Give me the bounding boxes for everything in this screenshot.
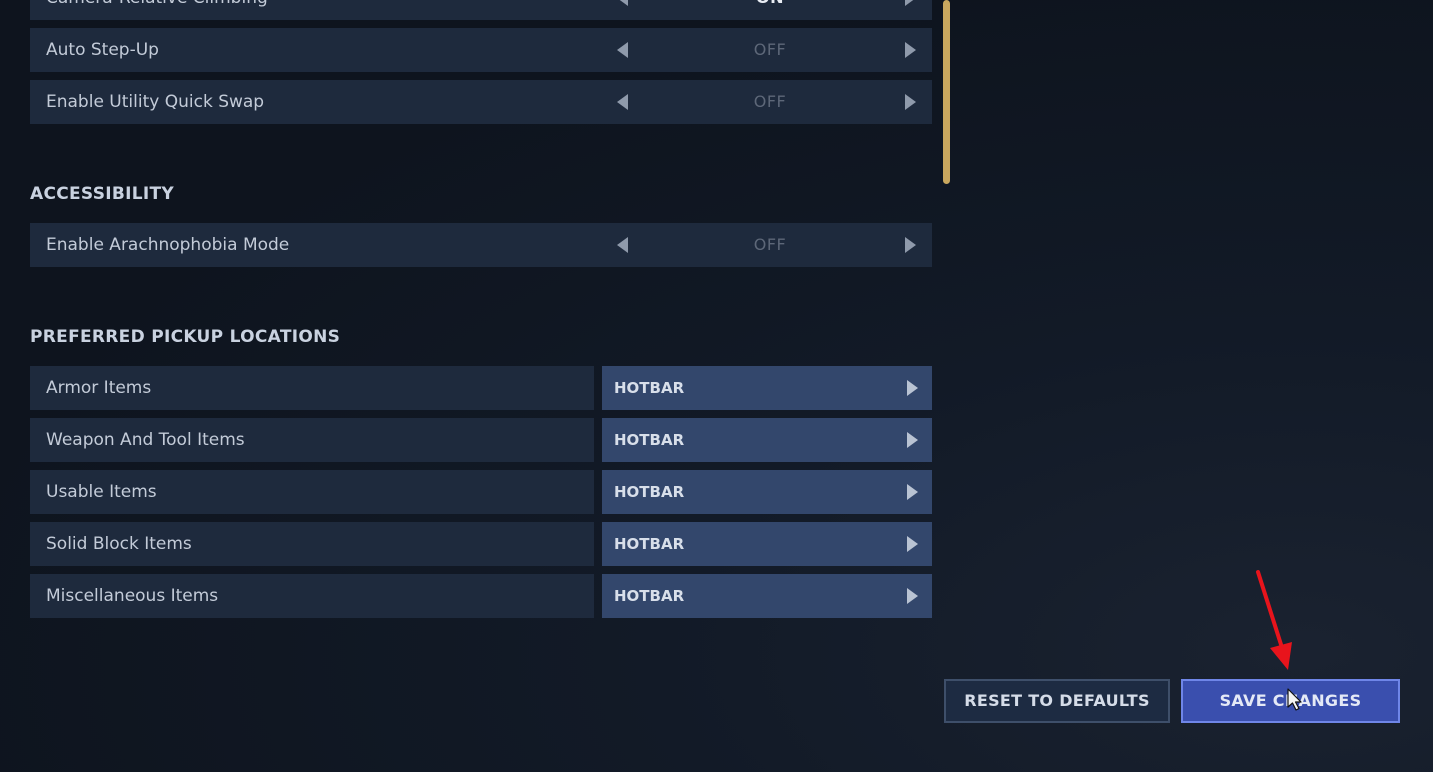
pickup-label-box: Weapon And Tool Items <box>30 418 594 462</box>
pickup-label: Usable Items <box>46 482 157 502</box>
arrow-right-icon[interactable] <box>905 0 916 6</box>
setting-value: ON <box>650 0 890 20</box>
red-annotation-arrow <box>1256 570 1292 670</box>
pickup-row-weapon-tool: Weapon And Tool Items HOTBAR <box>30 418 932 462</box>
reset-to-defaults-button[interactable]: RESET TO DEFAULTS <box>944 679 1170 723</box>
pickup-value: HOTBAR <box>614 587 685 605</box>
setting-value: OFF <box>753 40 787 59</box>
pickup-label: Armor Items <box>46 378 152 398</box>
setting-value: OFF <box>753 235 787 254</box>
pickup-value-selector[interactable]: HOTBAR <box>602 574 932 618</box>
pickup-label-box: Miscellaneous Items <box>30 574 594 618</box>
setting-row-utility-quick-swap[interactable]: Enable Utility Quick Swap OFF <box>30 80 932 124</box>
scrollbar-thumb[interactable] <box>943 0 950 184</box>
setting-row-camera-relative-climbing[interactable]: Camera-Relative Climbing ON <box>30 0 932 20</box>
pickup-value: HOTBAR <box>614 379 685 397</box>
arrow-right-icon[interactable] <box>907 484 918 500</box>
arrow-left-icon[interactable] <box>617 0 628 6</box>
arrow-right-icon[interactable] <box>905 237 916 253</box>
section-title-pickup-locations: PREFERRED PICKUP LOCATIONS <box>30 327 341 347</box>
section-title-accessibility: ACCESSIBILITY <box>30 184 175 204</box>
pickup-value: HOTBAR <box>614 483 685 501</box>
pickup-value: HOTBAR <box>614 431 685 449</box>
setting-value: OFF <box>753 92 787 111</box>
arrow-right-icon[interactable] <box>907 380 918 396</box>
arrow-left-icon[interactable] <box>617 237 628 253</box>
settings-page: Camera-Relative Climbing ON Auto Step-Up… <box>0 0 1433 772</box>
pickup-row-armor: Armor Items HOTBAR <box>30 366 932 410</box>
pickup-row-solid-block: Solid Block Items HOTBAR <box>30 522 932 566</box>
pickup-row-miscellaneous: Miscellaneous Items HOTBAR <box>30 574 932 618</box>
pickup-label: Weapon And Tool Items <box>46 430 245 450</box>
pickup-label: Miscellaneous Items <box>46 586 219 606</box>
pickup-value-selector[interactable]: HOTBAR <box>602 418 932 462</box>
pickup-value-selector[interactable]: HOTBAR <box>602 470 932 514</box>
mouse-cursor-icon <box>1287 688 1302 711</box>
setting-label: Enable Arachnophobia Mode <box>46 235 290 255</box>
pickup-label-box: Usable Items <box>30 470 594 514</box>
setting-label: Auto Step-Up <box>46 40 159 60</box>
arrow-right-icon[interactable] <box>907 536 918 552</box>
pickup-row-usable: Usable Items HOTBAR <box>30 470 932 514</box>
pickup-value-selector[interactable]: HOTBAR <box>602 366 932 410</box>
pickup-value-selector[interactable]: HOTBAR <box>602 522 932 566</box>
setting-row-arachnophobia-mode[interactable]: Enable Arachnophobia Mode OFF <box>30 223 932 267</box>
arrow-right-icon[interactable] <box>905 42 916 58</box>
arrow-right-icon[interactable] <box>905 94 916 110</box>
setting-row-auto-step-up[interactable]: Auto Step-Up OFF <box>30 28 932 72</box>
pickup-label-box: Solid Block Items <box>30 522 594 566</box>
pickup-value: HOTBAR <box>614 535 685 553</box>
setting-label: Camera-Relative Climbing <box>46 0 268 20</box>
pickup-label-box: Armor Items <box>30 366 594 410</box>
arrow-right-icon[interactable] <box>907 588 918 604</box>
pickup-label: Solid Block Items <box>46 534 192 554</box>
arrow-left-icon[interactable] <box>617 94 628 110</box>
setting-label: Enable Utility Quick Swap <box>46 92 265 112</box>
arrow-right-icon[interactable] <box>907 432 918 448</box>
arrow-left-icon[interactable] <box>617 42 628 58</box>
